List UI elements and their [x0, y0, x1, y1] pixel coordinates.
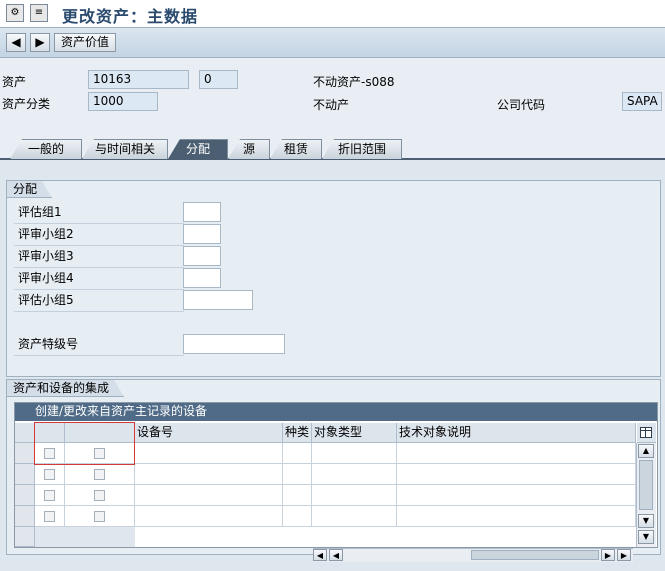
table-cell [35, 527, 135, 547]
table-cell [65, 506, 135, 527]
scroll-thumb[interactable] [471, 550, 599, 560]
company-code-label: 公司代码 [497, 98, 546, 112]
asset-super-number-input[interactable] [183, 334, 285, 354]
horizontal-scrollbar[interactable]: ◀ ◀ ▶ ▶ [313, 548, 633, 562]
asset-values-button[interactable]: 资产价值 [54, 33, 116, 52]
column-header-category[interactable]: 种类 [283, 423, 312, 443]
tab-time-dependent[interactable]: 与时间相关 [82, 139, 168, 159]
category-cell[interactable] [283, 485, 312, 506]
equipment-table-title: 创建/更改来自资产主记录的设备 [15, 403, 657, 421]
row-selector[interactable] [15, 506, 35, 527]
row-selector[interactable] [15, 464, 35, 485]
next-button[interactable]: ▶ [30, 33, 50, 52]
asset-class-label: 资产分类 [2, 97, 51, 111]
evaluation-group-3-label: 评审小组3 [14, 246, 184, 268]
table-cell [65, 464, 135, 485]
evaluation-group-5-label: 评估小组5 [14, 290, 184, 312]
equipment-table: 创建/更改来自资产主记录的设备 设备号 种类 对象类型 技术对象说明 ▲ ▼ ▼ [14, 402, 658, 548]
asset-subnumber-field[interactable]: 0 [199, 70, 238, 89]
category-cell[interactable] [283, 443, 312, 464]
vertical-scrollbar[interactable]: ▲ ▼ ▼ [636, 443, 656, 547]
scroll-thumb[interactable] [639, 460, 653, 510]
title-bar: ⚙ ≡ 更改资产：主数据 [0, 0, 665, 28]
asset-label: 资产 [2, 75, 27, 89]
table-cell [35, 464, 65, 485]
table-cell [65, 485, 135, 506]
evaluation-group-3-input[interactable] [183, 246, 221, 266]
evaluation-group-2-input[interactable] [183, 224, 221, 244]
scroll-first-icon[interactable]: ◀ [313, 549, 327, 561]
description-cell[interactable] [397, 464, 636, 485]
object-type-cell[interactable] [312, 485, 397, 506]
object-type-cell[interactable] [312, 443, 397, 464]
arrow-left-icon: ◀ [11, 35, 21, 49]
evaluation-group-4-label: 评审小组4 [14, 268, 184, 290]
select-all-cell[interactable] [15, 423, 35, 443]
category-cell[interactable] [283, 464, 312, 485]
row-selector[interactable] [15, 527, 35, 547]
scroll-down-icon[interactable]: ▼ [638, 514, 654, 528]
menu-bar-toggle-icon[interactable]: ≡ [30, 4, 48, 22]
row-selector[interactable] [15, 485, 35, 506]
evaluation-group-5-input[interactable] [183, 290, 253, 310]
object-type-cell[interactable] [312, 464, 397, 485]
arrow-right-icon: ▶ [35, 35, 45, 49]
evaluation-group-2-label: 评审小组2 [14, 224, 184, 246]
highlight-box [34, 422, 135, 465]
asset-description: 不动资产-s088 [313, 75, 395, 89]
scroll-last-icon[interactable]: ▶ [617, 549, 631, 561]
table-cell [35, 506, 65, 527]
equipment-cell[interactable] [135, 443, 283, 464]
integration-group-title: 资产和设备的集成 [7, 380, 124, 397]
page-title: 更改资产：主数据 [62, 7, 199, 26]
description-cell[interactable] [397, 485, 636, 506]
table-config-button[interactable] [637, 423, 656, 443]
object-type-cell[interactable] [312, 506, 397, 527]
asset-number-field[interactable]: 10163 [88, 70, 189, 89]
description-cell[interactable] [397, 506, 636, 527]
company-code-field[interactable]: SAPA [622, 92, 662, 111]
checkbox[interactable] [94, 469, 105, 480]
evaluation-group-4-input[interactable] [183, 268, 221, 288]
evaluation-group-1-label: 评估组1 [14, 202, 184, 224]
scroll-up-icon[interactable]: ▲ [638, 444, 654, 458]
description-cell[interactable] [397, 443, 636, 464]
table-cell [35, 485, 65, 506]
asset-super-number-label: 资产特级号 [14, 334, 184, 356]
column-header-equipment[interactable]: 设备号 [135, 423, 283, 443]
application-toolbar: ◀ ▶ 资产价值 [0, 28, 665, 58]
asset-class-description: 不动产 [313, 98, 350, 112]
table-settings-icon [640, 427, 652, 438]
tab-general[interactable]: 一般的 [10, 139, 82, 159]
column-header-object-type[interactable]: 对象类型 [312, 423, 397, 443]
checkbox[interactable] [44, 511, 55, 522]
asset-class-field[interactable]: 1000 [88, 92, 158, 111]
category-cell[interactable] [283, 506, 312, 527]
equipment-cell[interactable] [135, 464, 283, 485]
equipment-cell[interactable] [135, 485, 283, 506]
tab-depreciation-areas[interactable]: 折旧范围 [322, 139, 402, 159]
checkbox[interactable] [44, 490, 55, 501]
scroll-right-icon[interactable]: ▶ [601, 549, 615, 561]
equipment-cell[interactable] [135, 506, 283, 527]
previous-button[interactable]: ◀ [6, 33, 26, 52]
scroll-end-icon[interactable]: ▼ [638, 530, 654, 544]
sap-menu-icon[interactable]: ⚙ [6, 4, 24, 22]
scroll-left-icon[interactable]: ◀ [329, 549, 343, 561]
checkbox[interactable] [94, 490, 105, 501]
checkbox[interactable] [94, 511, 105, 522]
row-selector[interactable] [15, 443, 35, 464]
evaluation-group-1-input[interactable] [183, 202, 221, 222]
column-header-technical-object-description[interactable]: 技术对象说明 [397, 423, 636, 443]
checkbox[interactable] [44, 469, 55, 480]
